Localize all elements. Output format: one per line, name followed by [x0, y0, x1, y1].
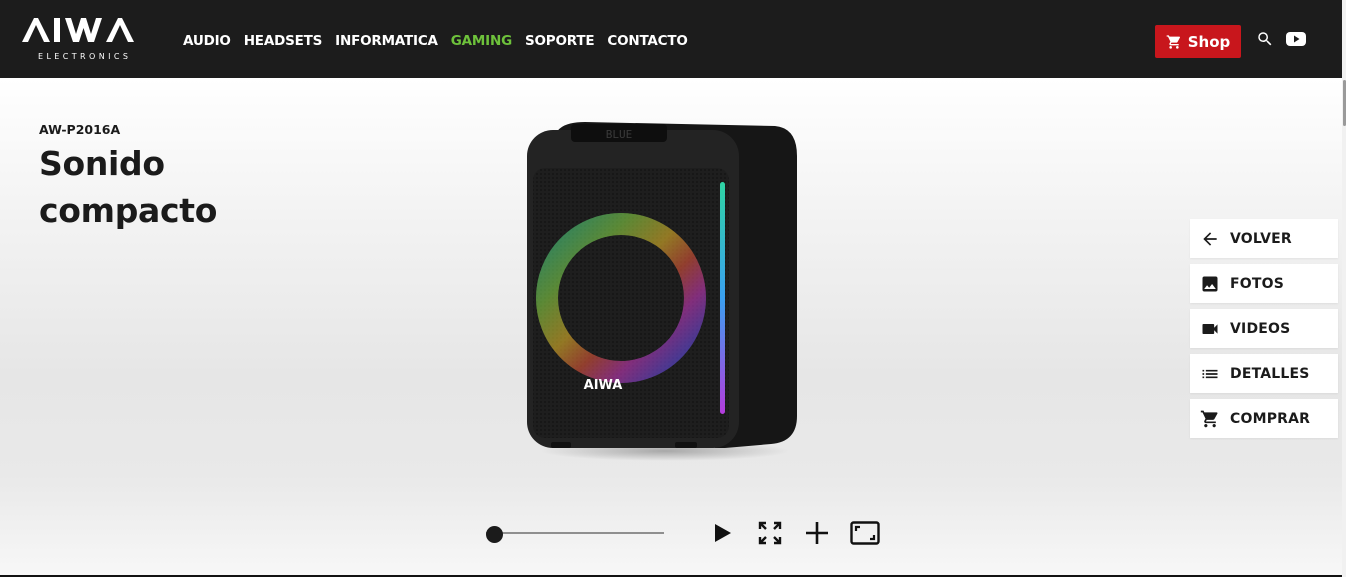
aiwa-logo[interactable]: ELECTRONICS: [20, 14, 158, 64]
zoom-in-button[interactable]: [804, 520, 830, 550]
expand-icon: [758, 521, 782, 545]
main-nav: AUDIO HEADSETS INFORMATICA GAMING SOPORT…: [183, 33, 701, 49]
aiwa-logo-mark: [22, 18, 134, 42]
fotos-label: FOTOS: [1230, 275, 1284, 292]
detalles-label: DETALLES: [1230, 365, 1310, 382]
zoom-in-icon: [806, 522, 828, 544]
volver-label: VOLVER: [1230, 230, 1292, 247]
fotos-button[interactable]: FOTOS: [1190, 264, 1338, 303]
volver-button[interactable]: VOLVER: [1190, 219, 1338, 258]
image-icon: [1190, 274, 1230, 294]
party-speaker-image: BLUE AIWA: [527, 122, 797, 461]
search-button[interactable]: [1256, 30, 1274, 52]
videos-label: VIDEOS: [1230, 320, 1291, 337]
speaker-display-text: BLUE: [606, 128, 633, 141]
youtube-icon: [1286, 32, 1306, 46]
nav-item-gaming[interactable]: GAMING: [451, 33, 512, 49]
site-header: ELECTRONICS AUDIO HEADSETS INFORMATICA G…: [0, 0, 1342, 78]
list-icon: [1190, 364, 1230, 384]
comprar-label: COMPRAR: [1230, 410, 1311, 427]
side-menu: VOLVER FOTOS VIDEOS DETALLES COMPRAR: [1190, 219, 1338, 444]
product-image[interactable]: BLUE AIWA: [515, 116, 805, 465]
nav-item-headsets[interactable]: HEADSETS: [244, 33, 323, 49]
nav-item-audio[interactable]: AUDIO: [183, 33, 231, 49]
videos-button[interactable]: VIDEOS: [1190, 309, 1338, 348]
comprar-button[interactable]: COMPRAR: [1190, 399, 1338, 438]
nav-item-informatica[interactable]: INFORMATICA: [335, 33, 438, 49]
product-model: AW-P2016A: [39, 122, 121, 137]
cart-icon: [1166, 34, 1180, 49]
youtube-button[interactable]: [1286, 31, 1306, 51]
video-camera-icon: [1190, 319, 1230, 339]
play-button[interactable]: [709, 520, 735, 550]
shop-label: Shop: [1187, 32, 1231, 51]
speaker-brand: AIWA: [584, 378, 623, 393]
logo-subtitle: ELECTRONICS: [38, 52, 132, 61]
search-icon: [1258, 32, 1272, 46]
expand-button[interactable]: [757, 520, 783, 550]
play-icon: [715, 524, 731, 542]
arrow-left-icon: [1190, 229, 1230, 249]
detalles-button[interactable]: DETALLES: [1190, 354, 1338, 393]
product-title: Sonido compacto: [39, 144, 218, 230]
nav-item-contacto[interactable]: CONTACTO: [607, 33, 687, 49]
nav-item-soporte[interactable]: SOPORTE: [525, 33, 595, 49]
fullscreen-button[interactable]: [850, 520, 880, 550]
rotation-slider-track[interactable]: [486, 532, 664, 534]
fullscreen-icon: [850, 521, 880, 545]
cart-icon: [1190, 409, 1230, 429]
shop-button[interactable]: Shop: [1155, 25, 1241, 58]
